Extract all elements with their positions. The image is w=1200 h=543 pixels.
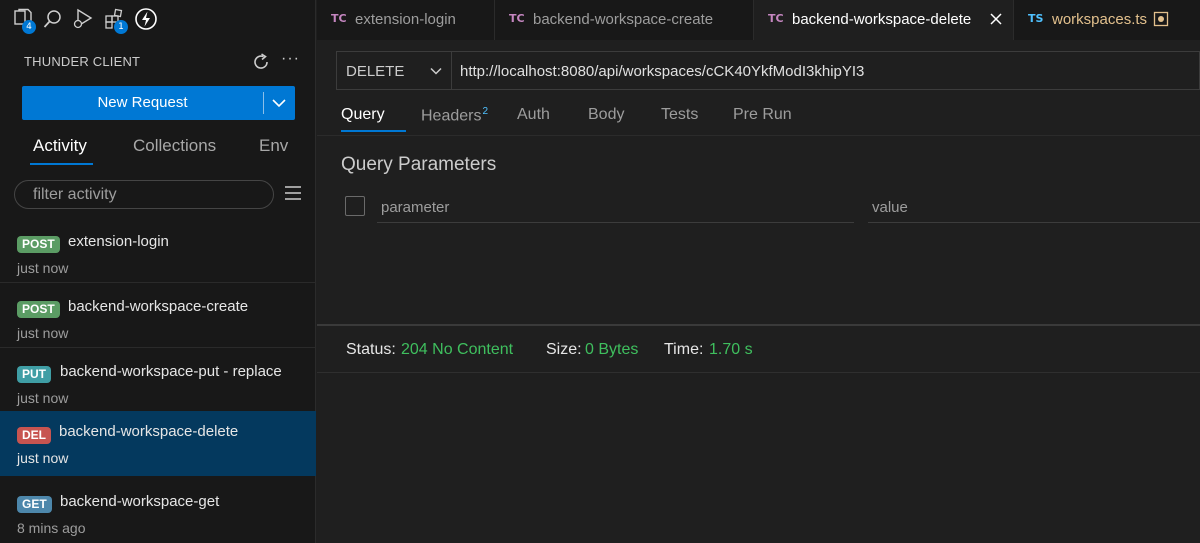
divider: [0, 347, 316, 348]
editor-tab[interactable]: TC backend-workspace-create: [495, 0, 754, 40]
param-name-input[interactable]: [381, 197, 835, 217]
extensions-badge: 1: [114, 20, 128, 34]
param-checkbox[interactable]: [345, 196, 365, 216]
activity-time: just now: [17, 260, 69, 276]
search-icon[interactable]: [42, 8, 64, 30]
request-tabs: Query Headers2 Auth Body Tests Pre Run: [317, 96, 1200, 136]
tab-collections[interactable]: Collections: [133, 136, 216, 156]
thunder-client-sidebar: 4 1 THUNDER CLIENT ··· New Request Activ…: [0, 0, 316, 543]
activity-item[interactable]: GET backend-workspace-get 8 mins ago: [0, 479, 316, 543]
size-label: Size:: [546, 341, 582, 358]
thunder-client-icon[interactable]: [134, 7, 158, 31]
chevron-down-icon[interactable]: [268, 92, 290, 114]
tab-headers-label: Headers: [421, 107, 482, 125]
activity-time: 8 mins ago: [17, 520, 86, 536]
thunder-client-file-icon: TC: [509, 12, 525, 25]
url-input[interactable]: [460, 61, 1190, 81]
refresh-icon[interactable]: [251, 52, 271, 72]
activity-name: backend-workspace-put - replace: [60, 363, 282, 380]
headers-count: 2: [482, 106, 489, 117]
method-badge: POST: [17, 236, 60, 253]
new-request-label: New Request: [97, 94, 188, 111]
activity-name: backend-workspace-get: [60, 493, 220, 510]
tab-env[interactable]: Env: [259, 136, 288, 156]
run-debug-icon[interactable]: [72, 8, 94, 30]
unsaved-changes-icon[interactable]: [1153, 11, 1169, 27]
filter-box: [14, 180, 274, 209]
tab-activity[interactable]: Activity: [33, 136, 87, 156]
tab-auth[interactable]: Auth: [517, 106, 550, 124]
activity-bar: 4 1: [0, 0, 316, 40]
editor-tab-active[interactable]: TC backend-workspace-delete: [754, 0, 1014, 40]
time-value: 1.70 s: [709, 341, 753, 358]
activity-item[interactable]: POST backend-workspace-create just now: [0, 284, 316, 348]
activity-time: just now: [17, 325, 69, 341]
explorer-badge: 4: [22, 20, 36, 34]
method-badge: DEL: [17, 427, 51, 444]
url-field: [452, 51, 1200, 90]
chevron-down-icon: [429, 64, 443, 78]
thunder-client-file-icon: TC: [331, 12, 347, 25]
active-tab-indicator: [341, 130, 406, 132]
button-separator: [263, 92, 264, 114]
method-value: DELETE: [346, 63, 405, 80]
tab-query[interactable]: Query: [341, 106, 385, 124]
editor-tab-bar: TC extension-login TC backend-workspace-…: [317, 0, 1200, 40]
activity-time: just now: [17, 390, 69, 406]
divider: [0, 282, 316, 283]
size-value: 0 Bytes: [585, 341, 639, 358]
activity-item[interactable]: POST extension-login just now: [0, 219, 316, 283]
activity-name: extension-login: [68, 233, 169, 250]
editor-tab-label: extension-login: [355, 11, 456, 28]
thunder-client-file-icon: TC: [768, 12, 784, 25]
activity-time: just now: [17, 450, 69, 466]
activity-item[interactable]: PUT backend-workspace-put - replace just…: [0, 349, 316, 413]
value-field: [868, 193, 1200, 223]
param-value-input[interactable]: [872, 197, 1188, 217]
tab-headers[interactable]: Headers2: [421, 106, 488, 125]
typescript-file-icon: TS: [1028, 12, 1044, 25]
filter-activity-input[interactable]: [33, 185, 263, 205]
method-badge: PUT: [17, 366, 51, 383]
editor-tab-label: backend-workspace-delete: [792, 11, 972, 28]
new-request-button[interactable]: New Request: [22, 86, 295, 120]
time-label: Time:: [664, 341, 704, 358]
response-status-bar: Status: 204 No Content Size: 0 Bytes Tim…: [317, 326, 1200, 373]
method-badge: POST: [17, 301, 60, 318]
activity-name: backend-workspace-create: [68, 298, 249, 315]
active-tab-indicator: [30, 163, 93, 165]
sidebar-tabs: Activity Collections Env: [0, 130, 316, 166]
editor-tab-label: backend-workspace-create: [533, 11, 714, 28]
more-actions-icon[interactable]: ···: [281, 50, 300, 68]
method-badge: GET: [17, 496, 52, 513]
tab-tests[interactable]: Tests: [661, 106, 698, 124]
editor-tab[interactable]: TS workspaces.ts: [1014, 0, 1200, 40]
param-field: [377, 193, 854, 223]
query-parameters-title: Query Parameters: [341, 154, 497, 175]
sidebar-title: THUNDER CLIENT: [24, 54, 141, 69]
close-icon[interactable]: [988, 11, 1004, 27]
tab-pre-run[interactable]: Pre Run: [733, 106, 792, 124]
status-value: 204 No Content: [401, 341, 514, 358]
status-label: Status:: [346, 341, 396, 358]
editor-tab-label: workspaces.ts: [1052, 11, 1148, 28]
activity-item-selected[interactable]: DEL backend-workspace-delete just now: [0, 411, 316, 476]
tab-body[interactable]: Body: [588, 106, 624, 124]
editor-tab[interactable]: TC extension-login: [317, 0, 495, 40]
filter-menu-icon[interactable]: [284, 185, 302, 201]
method-select[interactable]: DELETE: [336, 51, 452, 90]
activity-name: backend-workspace-delete: [59, 423, 239, 440]
